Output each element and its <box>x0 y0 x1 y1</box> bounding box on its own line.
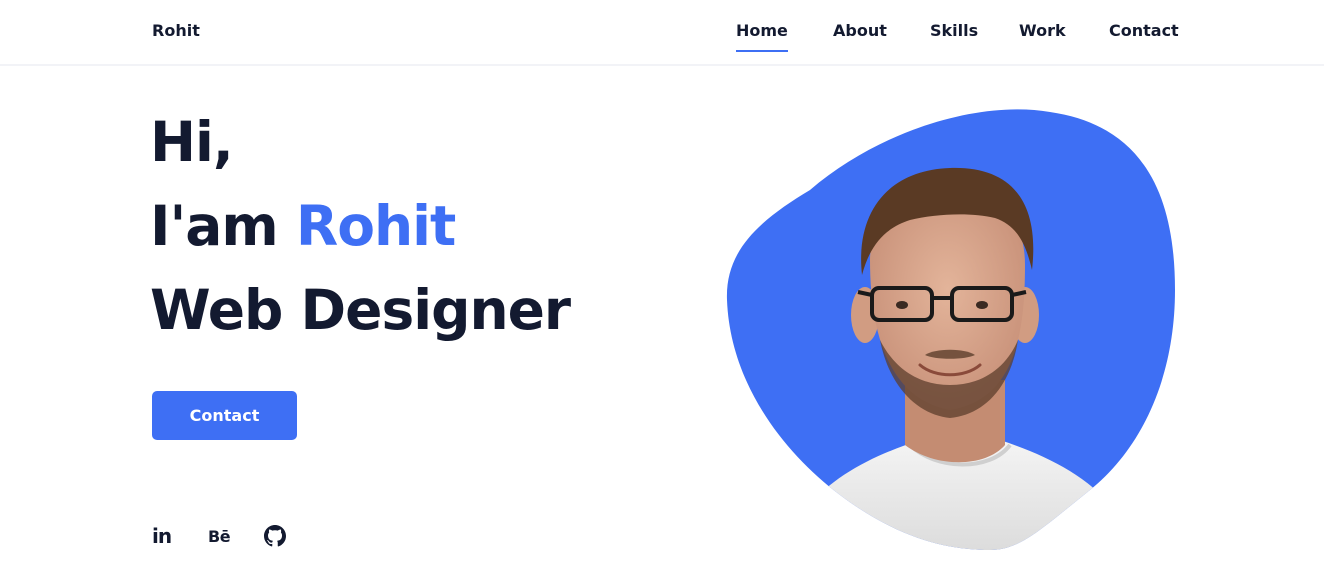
nav-link-about[interactable]: About <box>833 21 887 40</box>
behance-icon[interactable]: Bē <box>208 523 231 549</box>
hero-name: Rohit <box>295 194 456 258</box>
nav-link-work[interactable]: Work <box>1019 21 1066 40</box>
main-nav: Home About Skills Work Contact <box>0 21 1324 61</box>
hero-intro-prefix: I'am <box>150 194 296 258</box>
site-header: Rohit Home About Skills Work Contact <box>0 0 1324 66</box>
hero-greeting: Hi, <box>150 110 234 174</box>
nav-link-home[interactable]: Home <box>736 21 788 52</box>
linkedin-icon[interactable]: in <box>152 523 172 549</box>
hero-title: Hi, I'am Rohit Web Designer <box>150 100 571 352</box>
hero-portrait <box>726 109 1175 551</box>
nav-link-skills[interactable]: Skills <box>930 21 978 40</box>
nav-link-contact[interactable]: Contact <box>1109 21 1179 40</box>
hero-role: Web Designer <box>150 278 571 342</box>
github-icon[interactable] <box>264 523 286 549</box>
contact-button[interactable]: Contact <box>152 391 297 440</box>
hero-intro-line: I'am Rohit <box>150 184 570 268</box>
